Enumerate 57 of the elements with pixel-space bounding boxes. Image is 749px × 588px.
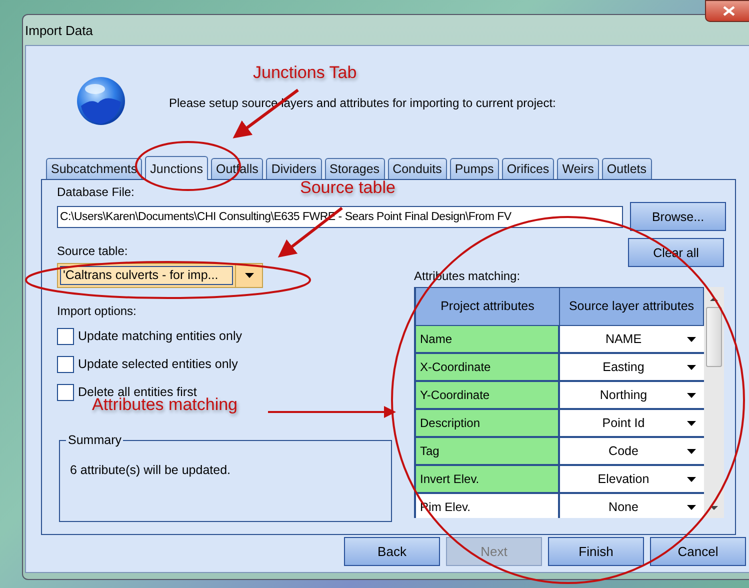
field-label: Source table: [57,244,128,258]
checkbox[interactable] [57,356,74,372]
tab[interactable]: Outlets [602,158,652,179]
dialog-button[interactable]: Cancel [650,537,746,566]
group-title: Summary [66,433,124,447]
down-arrow-icon [710,506,718,510]
annotation-label: Source table [300,178,396,198]
attribute-dropdown[interactable]: Code [560,438,704,464]
attribute-dropdown[interactable]: Point Id [560,410,704,436]
tab[interactable]: Subcatchments [46,158,142,179]
table-cell: Invert Elev. [416,466,560,492]
attribute-dropdown[interactable]: Easting [560,354,704,380]
attribute-dropdown[interactable]: Northing [560,382,704,408]
tab[interactable]: Weirs [557,158,599,179]
annotation-label: Junctions Tab [253,63,357,83]
table-cell: Name [416,326,560,352]
tab[interactable]: Orifices [502,158,554,179]
scroll-thumb[interactable] [706,307,722,367]
tab[interactable]: Dividers [266,158,322,179]
checkbox-label: Update selected entities only [78,357,238,371]
caret-icon [687,476,696,482]
column-header: Project attributes [416,288,560,325]
attribute-dropdown[interactable]: None [560,494,704,518]
caret-icon [687,420,696,426]
summary-text: 6 attribute(s) will be updated. [70,463,231,477]
checkbox-label: Update matching entities only [78,329,242,343]
table-cell: Description [416,410,560,436]
field-label: Database File: [57,185,134,199]
close-icon [723,6,735,16]
attribute-dropdown[interactable]: NAME [560,326,704,352]
section-label: Import options: [57,304,136,318]
dialog-button[interactable]: Finish [548,537,644,566]
tab[interactable]: Storages [324,158,385,179]
caret-icon [687,448,696,454]
checkbox[interactable] [57,328,74,344]
tab[interactable]: Conduits [388,158,447,179]
dialog-button[interactable]: Back [344,537,440,566]
source-table-dropdown[interactable]: 'Caltrans culverts - for imp... [57,263,263,288]
scrollbar[interactable] [704,287,724,518]
caret-icon [687,392,696,398]
table-cell: Tag [416,438,560,464]
up-arrow-icon [710,297,718,301]
caret-icon [687,504,696,510]
caret-icon [687,364,696,370]
checkbox[interactable] [57,384,74,400]
browse-button[interactable]: Browse... [630,202,726,231]
tab[interactable]: Junctions [145,156,208,180]
close-button[interactable] [705,0,749,22]
caret-icon [244,273,254,278]
table-cell: Y-Coordinate [416,382,560,408]
instruction-text: Please setup source layers and attributes for importing to current project: [169,96,556,110]
caret-icon [687,336,696,342]
attribute-dropdown[interactable]: Elevation [560,466,704,492]
window-title: Import Data [25,22,93,38]
globe-icon [76,76,126,126]
tab[interactable]: Pumps [450,158,499,179]
table-cell: X-Coordinate [416,354,560,380]
